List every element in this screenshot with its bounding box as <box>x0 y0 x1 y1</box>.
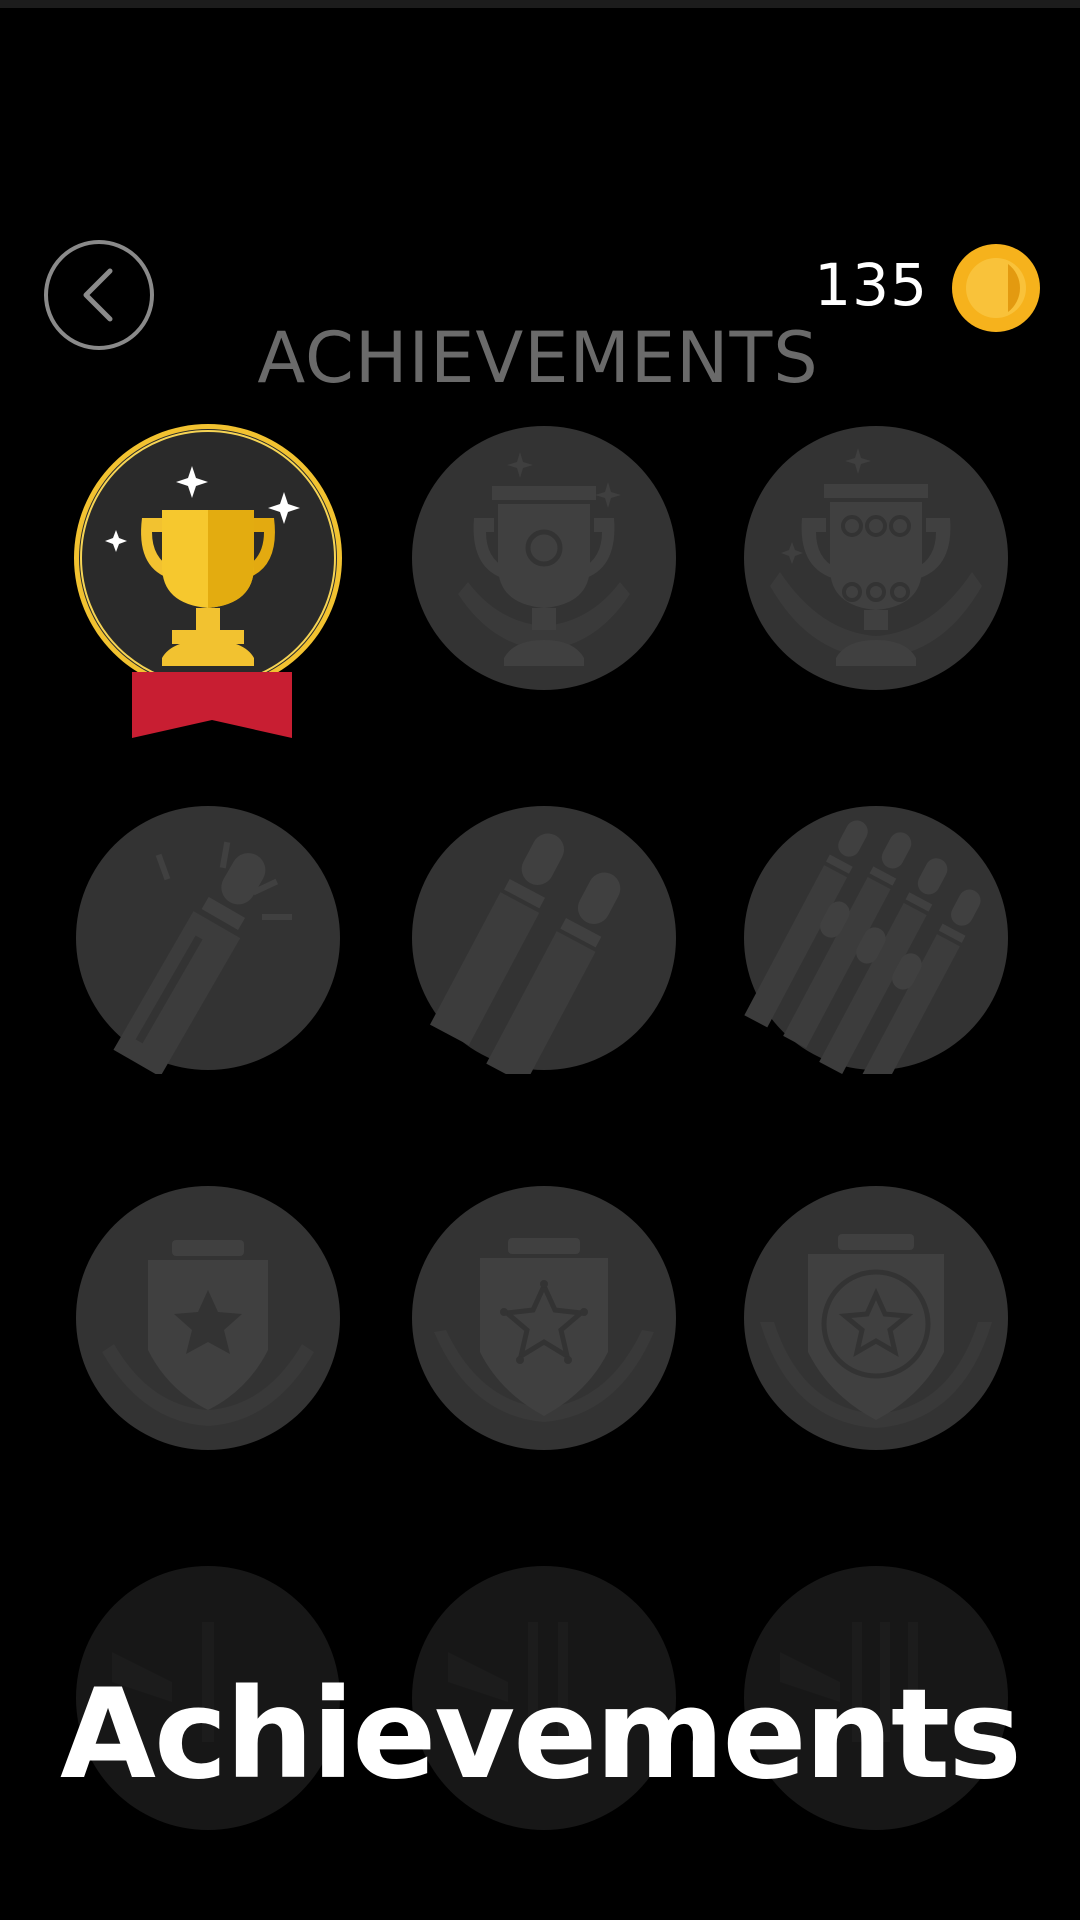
single-finger-icon <box>76 806 340 1074</box>
two-fingers-icon <box>412 806 676 1074</box>
shield-badge-star-icon <box>744 1186 1008 1450</box>
achievement-badge-locked[interactable] <box>740 422 1012 694</box>
achievement-badge-locked[interactable] <box>72 802 344 1074</box>
achievement-badge-locked[interactable] <box>408 802 680 1074</box>
trophy-one-dot-icon <box>412 426 676 690</box>
many-fingers-icon <box>744 806 1008 1074</box>
achievements-grid <box>0 0 1080 1920</box>
shield-star-outline-icon <box>412 1186 676 1450</box>
red-ribbon <box>132 672 292 742</box>
achievement-badge-locked[interactable] <box>72 1182 344 1454</box>
trophy-many-dots-icon <box>744 426 1008 690</box>
gold-trophy-icon <box>74 424 342 692</box>
achievement-badge-locked[interactable] <box>740 802 1012 1074</box>
achievement-badge-locked[interactable] <box>408 1182 680 1454</box>
achievement-badge-locked[interactable] <box>740 1182 1012 1454</box>
shield-star-icon <box>76 1186 340 1450</box>
achievement-badge-locked[interactable] <box>408 422 680 694</box>
achievement-badge-unlocked[interactable] <box>72 422 344 694</box>
caption-overlay: Achievements <box>60 1663 1022 1807</box>
